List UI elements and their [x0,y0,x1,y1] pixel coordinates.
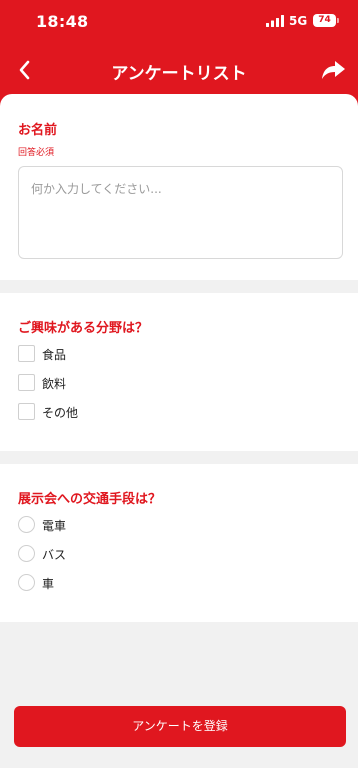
status-bar: 18:48 5G 74 [0,0,358,44]
question-card-interest: ご興味がある分野は？ 食品 飲料 その他 [0,293,358,451]
battery-level: 74 [313,14,336,27]
checkbox[interactable] [18,374,35,391]
page-title: アンケートリスト [111,64,247,84]
radio-option[interactable]: 電車 [18,516,218,534]
checkbox-option[interactable]: その他 [18,403,218,421]
name-input[interactable] [18,166,343,259]
option-label: 電車 [42,519,67,533]
status-time: 18:48 [36,12,89,31]
radio-button[interactable] [18,516,35,533]
radio-option[interactable]: 車 [18,574,218,592]
checkbox-option[interactable]: 食品 [18,345,218,363]
checkbox-option[interactable]: 飲料 [18,374,218,392]
question-card-transport: 展示会への交通手段は？ 電車 バス 車 [0,464,358,622]
option-label: 飲料 [42,377,67,391]
share-icon[interactable] [318,56,348,84]
required-label: 回答必須 [18,148,55,158]
option-label: その他 [42,406,79,420]
submit-survey-button[interactable]: アンケートを登録 [14,706,346,747]
option-label: 車 [42,577,55,591]
radio-button[interactable] [18,545,35,562]
battery-icon: 74 [313,14,340,27]
question-title-transport: 展示会への交通手段は？ [18,492,162,507]
nav-bar: アンケートリスト [0,50,358,90]
network-type: 5G [289,14,308,28]
signal-icon [266,15,284,27]
question-title-interest: ご興味がある分野は？ [18,321,149,336]
checkbox[interactable] [18,403,35,420]
radio-option[interactable]: バス [18,545,218,563]
question-title-name: お名前 [18,123,58,138]
option-label: 食品 [42,348,67,362]
app-header: 18:48 5G 74 アンケートリスト [0,0,358,108]
checkbox[interactable] [18,345,35,362]
question-card-name: お名前 回答必須 [0,94,358,280]
radio-button[interactable] [18,574,35,591]
option-label: バス [42,548,67,562]
